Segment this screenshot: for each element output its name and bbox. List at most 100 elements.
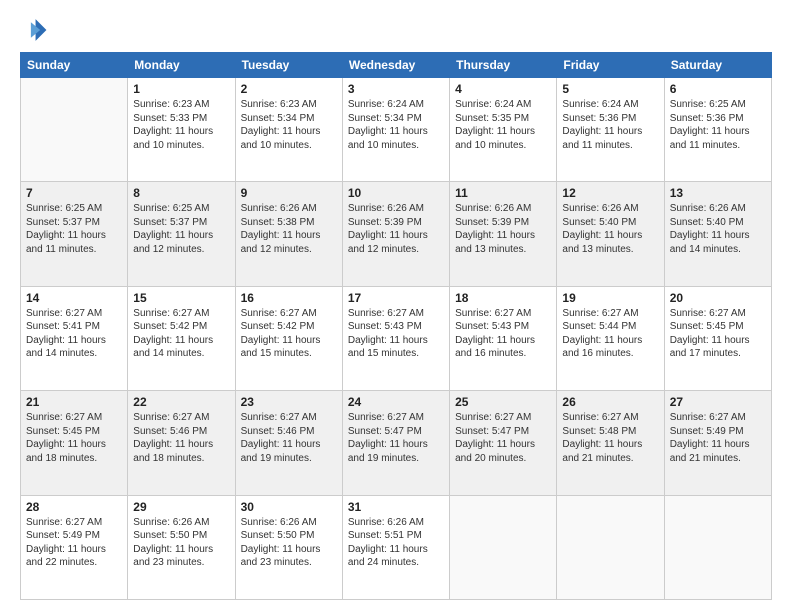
day-number: 17: [348, 291, 444, 305]
day-info: Sunrise: 6:26 AM Sunset: 5:50 PM Dayligh…: [133, 516, 229, 570]
calendar-cell: 23Sunrise: 6:27 AM Sunset: 5:46 PM Dayli…: [235, 391, 342, 495]
day-info: Sunrise: 6:27 AM Sunset: 5:49 PM Dayligh…: [26, 516, 122, 570]
day-info: Sunrise: 6:25 AM Sunset: 5:37 PM Dayligh…: [26, 202, 122, 256]
calendar-cell: 21 Sunrise: 6:27 AM Sunset: 5:45 PM Dayli…: [21, 391, 128, 495]
day-number: 3: [348, 82, 444, 96]
calendar-cell: 13 Sunrise: 6:26 AM Sunset: 5:40 PM Dayli…: [664, 182, 771, 286]
day-info: Sunrise: 6:26 AM Sunset: 5:50 PM Dayligh…: [241, 516, 337, 570]
col-header-friday: Friday: [557, 53, 664, 78]
calendar-cell: 14 Sunrise: 6:27 AM Sunset: 5:41 PM Dayli…: [21, 286, 128, 390]
calendar-week-row: 14 Sunrise: 6:27 AM Sunset: 5:41 PM Dayli…: [21, 286, 772, 390]
calendar-cell: 30 Sunrise: 6:26 AM Sunset: 5:50 PM Dayli…: [235, 495, 342, 599]
day-info: Sunrise: 6:27 AM Sunset: 5:43 PM Dayligh…: [455, 307, 551, 361]
day-info: Sunrise: 6:27 AM Sunset: 5:45 PM Dayligh…: [26, 411, 122, 465]
day-info: Sunrise: 6:27 AM Sunset: 5:42 PM Dayligh…: [133, 307, 229, 361]
day-number: 28: [26, 500, 122, 514]
day-number: 11: [455, 186, 551, 200]
day-number: 18: [455, 291, 551, 305]
calendar-cell: 20 Sunrise: 6:27 AM Sunset: 5:45 PM Dayli…: [664, 286, 771, 390]
logo: [20, 16, 52, 44]
day-info: Sunrise: 6:26 AM Sunset: 5:39 PM Dayligh…: [348, 202, 444, 256]
day-number: 9: [241, 186, 337, 200]
calendar-cell: 31Sunrise: 6:26 AM Sunset: 5:51 PM Dayli…: [342, 495, 449, 599]
calendar-cell: 16 Sunrise: 6:27 AM Sunset: 5:42 PM Dayli…: [235, 286, 342, 390]
day-info: Sunrise: 6:27 AM Sunset: 5:47 PM Dayligh…: [348, 411, 444, 465]
day-info: Sunrise: 6:27 AM Sunset: 5:41 PM Dayligh…: [26, 307, 122, 361]
day-info: Sunrise: 6:26 AM Sunset: 5:40 PM Dayligh…: [562, 202, 658, 256]
calendar-cell: 26 Sunrise: 6:27 AM Sunset: 5:48 PM Dayli…: [557, 391, 664, 495]
day-number: 21: [26, 395, 122, 409]
day-info: Sunrise: 6:26 AM Sunset: 5:40 PM Dayligh…: [670, 202, 766, 256]
calendar-cell: 27Sunrise: 6:27 AM Sunset: 5:49 PM Dayli…: [664, 391, 771, 495]
calendar-cell: 10 Sunrise: 6:26 AM Sunset: 5:39 PM Dayli…: [342, 182, 449, 286]
day-number: 16: [241, 291, 337, 305]
day-info: Sunrise: 6:24 AM Sunset: 5:36 PM Dayligh…: [562, 98, 658, 152]
day-info: Sunrise: 6:27 AM Sunset: 5:43 PM Dayligh…: [348, 307, 444, 361]
calendar-cell: [450, 495, 557, 599]
day-number: 22: [133, 395, 229, 409]
day-number: 19: [562, 291, 658, 305]
day-number: 25: [455, 395, 551, 409]
day-number: 10: [348, 186, 444, 200]
calendar-cell: 28 Sunrise: 6:27 AM Sunset: 5:49 PM Dayli…: [21, 495, 128, 599]
day-number: 6: [670, 82, 766, 96]
day-info: Sunrise: 6:24 AM Sunset: 5:34 PM Dayligh…: [348, 98, 444, 152]
day-number: 14: [26, 291, 122, 305]
day-number: 5: [562, 82, 658, 96]
day-number: 24: [348, 395, 444, 409]
calendar-cell: 29Sunrise: 6:26 AM Sunset: 5:50 PM Dayli…: [128, 495, 235, 599]
calendar-cell: 19Sunrise: 6:27 AM Sunset: 5:44 PM Dayli…: [557, 286, 664, 390]
day-number: 30: [241, 500, 337, 514]
col-header-monday: Monday: [128, 53, 235, 78]
calendar-cell: 2 Sunrise: 6:23 AM Sunset: 5:34 PM Daylig…: [235, 78, 342, 182]
day-number: 2: [241, 82, 337, 96]
day-number: 12: [562, 186, 658, 200]
calendar-week-row: 28 Sunrise: 6:27 AM Sunset: 5:49 PM Dayli…: [21, 495, 772, 599]
day-number: 20: [670, 291, 766, 305]
calendar-cell: 5 Sunrise: 6:24 AM Sunset: 5:36 PM Daylig…: [557, 78, 664, 182]
calendar-week-row: 1Sunrise: 6:23 AM Sunset: 5:33 PM Daylig…: [21, 78, 772, 182]
logo-icon: [20, 16, 48, 44]
day-info: Sunrise: 6:27 AM Sunset: 5:47 PM Dayligh…: [455, 411, 551, 465]
day-info: Sunrise: 6:26 AM Sunset: 5:39 PM Dayligh…: [455, 202, 551, 256]
calendar-cell: 22 Sunrise: 6:27 AM Sunset: 5:46 PM Dayli…: [128, 391, 235, 495]
header: [20, 16, 772, 44]
calendar-cell: [557, 495, 664, 599]
day-info: Sunrise: 6:27 AM Sunset: 5:42 PM Dayligh…: [241, 307, 337, 361]
day-info: Sunrise: 6:26 AM Sunset: 5:51 PM Dayligh…: [348, 516, 444, 570]
calendar-cell: 1Sunrise: 6:23 AM Sunset: 5:33 PM Daylig…: [128, 78, 235, 182]
calendar-cell: 25 Sunrise: 6:27 AM Sunset: 5:47 PM Dayli…: [450, 391, 557, 495]
calendar-cell: 17 Sunrise: 6:27 AM Sunset: 5:43 PM Dayli…: [342, 286, 449, 390]
day-info: Sunrise: 6:23 AM Sunset: 5:33 PM Dayligh…: [133, 98, 229, 152]
calendar-cell: 24 Sunrise: 6:27 AM Sunset: 5:47 PM Dayli…: [342, 391, 449, 495]
day-number: 13: [670, 186, 766, 200]
day-info: Sunrise: 6:27 AM Sunset: 5:46 PM Dayligh…: [133, 411, 229, 465]
calendar-cell: 6 Sunrise: 6:25 AM Sunset: 5:36 PM Daylig…: [664, 78, 771, 182]
col-header-saturday: Saturday: [664, 53, 771, 78]
day-info: Sunrise: 6:23 AM Sunset: 5:34 PM Dayligh…: [241, 98, 337, 152]
day-info: Sunrise: 6:26 AM Sunset: 5:38 PM Dayligh…: [241, 202, 337, 256]
calendar-cell: 8Sunrise: 6:25 AM Sunset: 5:37 PM Daylig…: [128, 182, 235, 286]
calendar: SundayMondayTuesdayWednesdayThursdayFrid…: [20, 52, 772, 600]
calendar-cell: 15 Sunrise: 6:27 AM Sunset: 5:42 PM Dayli…: [128, 286, 235, 390]
day-number: 15: [133, 291, 229, 305]
day-number: 23: [241, 395, 337, 409]
calendar-cell: 3 Sunrise: 6:24 AM Sunset: 5:34 PM Daylig…: [342, 78, 449, 182]
day-info: Sunrise: 6:27 AM Sunset: 5:48 PM Dayligh…: [562, 411, 658, 465]
day-number: 4: [455, 82, 551, 96]
col-header-thursday: Thursday: [450, 53, 557, 78]
col-header-sunday: Sunday: [21, 53, 128, 78]
day-number: 26: [562, 395, 658, 409]
calendar-cell: 4 Sunrise: 6:24 AM Sunset: 5:35 PM Daylig…: [450, 78, 557, 182]
day-number: 8: [133, 186, 229, 200]
day-info: Sunrise: 6:27 AM Sunset: 5:45 PM Dayligh…: [670, 307, 766, 361]
calendar-cell: [664, 495, 771, 599]
calendar-cell: 12 Sunrise: 6:26 AM Sunset: 5:40 PM Dayli…: [557, 182, 664, 286]
calendar-cell: 7Sunrise: 6:25 AM Sunset: 5:37 PM Daylig…: [21, 182, 128, 286]
day-info: Sunrise: 6:24 AM Sunset: 5:35 PM Dayligh…: [455, 98, 551, 152]
calendar-cell: [21, 78, 128, 182]
col-header-tuesday: Tuesday: [235, 53, 342, 78]
calendar-cell: 11 Sunrise: 6:26 AM Sunset: 5:39 PM Dayli…: [450, 182, 557, 286]
calendar-header-row: SundayMondayTuesdayWednesdayThursdayFrid…: [21, 53, 772, 78]
day-info: Sunrise: 6:25 AM Sunset: 5:36 PM Dayligh…: [670, 98, 766, 152]
